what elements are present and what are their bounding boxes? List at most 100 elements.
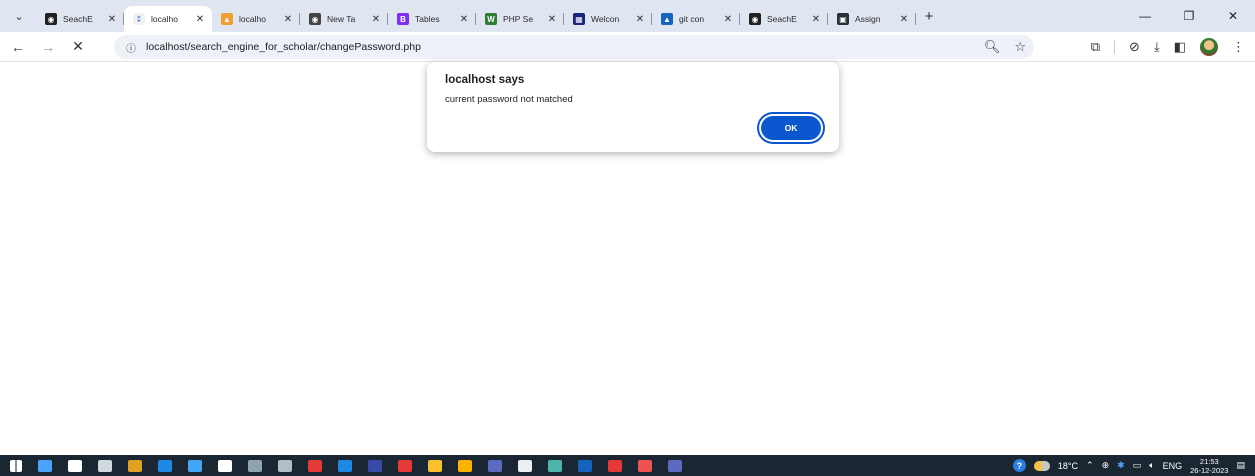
battery-icon[interactable]: ▭ <box>1133 460 1142 471</box>
taskbar-apps <box>0 459 682 472</box>
taskbar-app-icon[interactable] <box>638 459 652 472</box>
url-text: localhost/search_engine_for_scholar/chan… <box>146 41 421 53</box>
clock[interactable]: 21:53 26-12-2023 <box>1190 457 1228 475</box>
close-window-button[interactable]: ✕ <box>1211 0 1255 32</box>
tab-list: ◉ SeachE ✕ ⁑ localho ✕ ▲ localho ✕ ◉ New Ta ✕ B Table… <box>36 0 916 32</box>
tab-4[interactable]: B Tables ✕ <box>388 6 476 32</box>
taskbar-app-icon[interactable] <box>548 459 562 472</box>
side-panel-icon[interactable]: ◧ <box>1174 39 1186 55</box>
taskbar-app-icon[interactable] <box>428 459 442 472</box>
stop-button[interactable]: ✕ <box>66 35 90 59</box>
tab-5[interactable]: W PHP Se ✕ <box>476 6 564 32</box>
chevron-up-icon[interactable]: ⌃ <box>1086 460 1094 471</box>
tab-9[interactable]: ▣ Assign ✕ <box>828 6 916 32</box>
tab-title: Welcon <box>591 14 620 24</box>
taskbar-app-icon[interactable] <box>308 459 322 472</box>
dialog-title: localhost says <box>445 74 525 86</box>
alert-dialog: localhost says current password not matc… <box>427 62 839 152</box>
tab-favicon-icon: ▣ <box>837 13 849 25</box>
browser-toolbar: ← → ✕ ⓘ localhost/search_engine_for_scho… <box>0 32 1255 62</box>
tab-favicon-icon: ▲ <box>221 13 233 25</box>
taskbar-app-icon[interactable] <box>218 459 232 472</box>
taskbar-app-icon[interactable] <box>248 459 262 472</box>
taskbar-app-icon[interactable] <box>68 459 82 472</box>
tab-favicon-icon: ▲ <box>661 13 673 25</box>
performance-icon[interactable]: ⊘ <box>1129 39 1140 55</box>
system-tray: ? 18°C ⌃ ⊕ ✱ ▭ 🔈︎ ENG 21:53 26-12-2023 ▤ <box>1012 455 1255 476</box>
tab-favicon-icon: ▦ <box>573 13 585 25</box>
tab-favicon-icon: ◉ <box>45 13 57 25</box>
tab-close-icon[interactable]: ✕ <box>546 14 558 25</box>
ok-button[interactable]: OK <box>761 116 821 140</box>
tab-favicon-icon: ◉ <box>309 13 321 25</box>
tab-title: New Ta <box>327 14 356 24</box>
tab-close-icon[interactable]: ✕ <box>458 14 470 25</box>
taskbar-app-icon[interactable] <box>398 459 412 472</box>
tab-favicon-icon: ⁑ <box>133 13 145 25</box>
temperature[interactable]: 18°C <box>1058 461 1078 471</box>
taskbar-app-icon[interactable] <box>128 459 142 472</box>
address-bar[interactable]: ⓘ localhost/search_engine_for_scholar/ch… <box>114 35 1034 59</box>
arrow-left-icon: ← <box>11 38 25 55</box>
tab-close-icon[interactable]: ✕ <box>810 14 822 25</box>
tab-6[interactable]: ▦ Welcon ✕ <box>564 6 652 32</box>
toolbar-divider <box>1114 40 1116 54</box>
tab-close-icon[interactable]: ✕ <box>722 14 734 25</box>
taskbar-app-icon[interactable] <box>518 459 532 472</box>
taskbar-app-icon[interactable] <box>38 459 52 472</box>
help-icon[interactable]: ? <box>1012 459 1026 472</box>
taskbar-app-icon[interactable] <box>278 459 292 472</box>
start-menu-icon[interactable] <box>10 459 22 472</box>
clock-date: 26-12-2023 <box>1190 465 1229 475</box>
notifications-icon[interactable]: ▤ <box>1236 460 1245 471</box>
tab-search-button[interactable]: ⌄ <box>6 5 32 27</box>
download-icon[interactable]: ⤓ <box>1154 39 1160 55</box>
new-tab-button[interactable]: + <box>918 5 940 27</box>
tab-close-icon[interactable]: ✕ <box>898 14 910 25</box>
tab-3[interactable]: ◉ New Ta ✕ <box>300 6 388 32</box>
close-icon: ✕ <box>72 38 84 54</box>
tab-1[interactable]: ⁑ localho ✕ <box>124 6 212 32</box>
taskbar-app-icon[interactable] <box>668 459 682 472</box>
taskbar-app-icon[interactable] <box>608 459 622 472</box>
bluetooth-icon[interactable]: ✱ <box>1117 460 1125 471</box>
taskbar-app-icon[interactable] <box>368 459 382 472</box>
tab-title: SeachE <box>767 14 797 24</box>
network-icon[interactable]: ⊕ <box>1102 460 1110 471</box>
minimize-button[interactable]: — <box>1123 0 1167 32</box>
language-indicator[interactable]: ENG <box>1163 461 1183 471</box>
taskbar-app-icon[interactable] <box>458 459 472 472</box>
tab-close-icon[interactable]: ✕ <box>106 14 118 25</box>
chevron-down-icon: ⌄ <box>14 10 24 23</box>
tab-title: SeachE <box>63 14 93 24</box>
zoom-icon[interactable]: 🔍︎ <box>984 39 1001 55</box>
site-info-icon[interactable]: ⓘ <box>124 40 138 55</box>
taskbar-app-icon[interactable] <box>578 459 592 472</box>
tab-close-icon[interactable]: ✕ <box>370 14 382 25</box>
bookmark-star-icon[interactable]: ☆ <box>1014 39 1026 55</box>
clock-time: 21:53 <box>1199 456 1219 466</box>
menu-kebab-icon[interactable]: ⋮ <box>1232 39 1245 55</box>
taskbar-app-icon[interactable] <box>158 459 172 472</box>
taskbar-app-icon[interactable] <box>98 459 112 472</box>
back-button[interactable]: ← <box>6 35 30 59</box>
taskbar-app-icon[interactable] <box>488 459 502 472</box>
taskbar-app-icon[interactable] <box>338 459 352 472</box>
tab-2[interactable]: ▲ localho ✕ <box>212 6 300 32</box>
tab-close-icon[interactable]: ✕ <box>194 14 206 25</box>
forward-button[interactable]: → <box>36 35 60 59</box>
taskbar-app-icon[interactable] <box>188 459 202 472</box>
weather-icon[interactable] <box>1033 460 1050 471</box>
tab-0[interactable]: ◉ SeachE ✕ <box>36 6 124 32</box>
profile-avatar[interactable] <box>1200 38 1218 56</box>
restore-button[interactable]: ❐ <box>1167 0 1211 32</box>
tab-7[interactable]: ▲ git con ✕ <box>652 6 740 32</box>
tab-close-icon[interactable]: ✕ <box>282 14 294 25</box>
tab-title: PHP Se <box>503 14 534 24</box>
extensions-icon[interactable]: ⧉ <box>1091 39 1100 55</box>
tab-8[interactable]: ◉ SeachE ✕ <box>740 6 828 32</box>
close-icon: ✕ <box>1227 9 1239 23</box>
dialog-message: current password not matched <box>445 94 573 105</box>
tab-close-icon[interactable]: ✕ <box>634 14 646 25</box>
volume-icon[interactable]: 🔈︎ <box>1149 460 1154 471</box>
